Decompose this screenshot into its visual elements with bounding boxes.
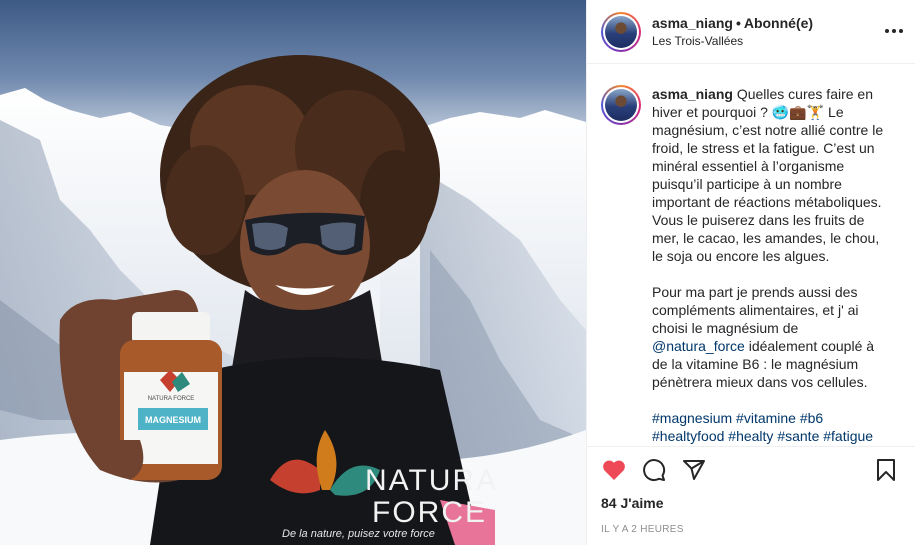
post-actions: 84 J'aime IL Y A 2 HEURES (587, 446, 915, 545)
shirt-slogan: De la nature, puisez votre force (282, 528, 435, 540)
avatar[interactable] (601, 11, 641, 52)
post-side-panel: asma_niang • Abonné(e) Les Trois-Vallées a… (586, 0, 915, 545)
comment-icon[interactable] (641, 457, 667, 483)
post-header: asma_niang • Abonné(e) Les Trois-Vallées (587, 0, 915, 64)
shirt-text-line1: NATURA (365, 464, 498, 497)
caption-area[interactable]: asma_niang Quelles cures faire en hiver … (587, 65, 915, 445)
bookmark-icon[interactable] (873, 457, 899, 483)
photo-illustration: NATURA FORCE De la nature, puisez votre … (0, 55, 586, 545)
hashtags[interactable]: #magnesium #vitamine #b6 #healtyfood #he… (652, 409, 890, 445)
separator-dot: • (735, 15, 741, 31)
caption-username-link[interactable]: asma_niang (652, 86, 733, 102)
jar-brand: NATURA FORCE (148, 396, 195, 402)
username-link[interactable]: asma_niang (652, 15, 733, 31)
jar-label: MAGNESIUM (145, 415, 201, 425)
post-timestamp[interactable]: IL Y A 2 HEURES (601, 524, 901, 535)
mention-link[interactable]: @natura_force (652, 338, 745, 354)
follow-status-button[interactable]: Abonné(e) (744, 15, 813, 31)
caption-avatar[interactable] (601, 85, 641, 125)
more-options-icon[interactable] (885, 22, 903, 40)
shirt-text-line2: FORCE (372, 496, 487, 529)
location-link[interactable]: Les Trois-Vallées (652, 34, 813, 48)
share-icon[interactable] (681, 457, 707, 483)
post-photo[interactable]: NATURA FORCE De la nature, puisez votre … (0, 0, 586, 545)
caption-paragraph-2-start: Pour ma part je prends aussi des complém… (652, 284, 859, 336)
heart-icon[interactable] (601, 457, 627, 483)
caption-paragraph-1: Quelles cures faire en hiver et pourquoi… (652, 86, 884, 264)
caption: asma_niang Quelles cures faire en hiver … (601, 85, 901, 445)
likes-count[interactable]: 84 J'aime (601, 495, 901, 511)
